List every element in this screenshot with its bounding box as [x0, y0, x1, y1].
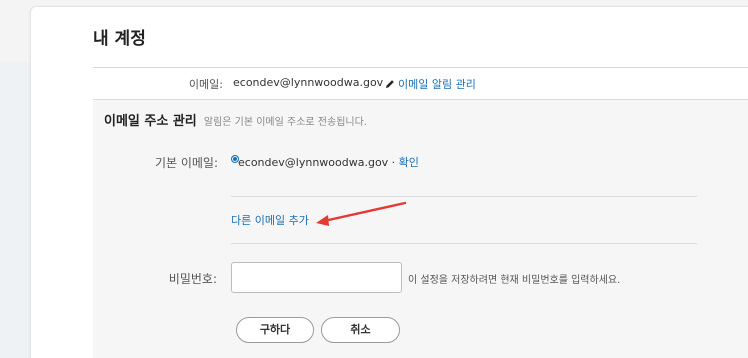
- section-title: 이메일 주소 관리 알림은 기본 이메일 주소로 전송됩니다.: [104, 110, 367, 129]
- red-arrow-annotation: [316, 201, 407, 226]
- divider: [231, 243, 697, 244]
- primary-email-row: 기본 이메일: econdev@lynnwoodwa.gov · 확인: [93, 152, 748, 170]
- section-subtitle: 알림은 기본 이메일 주소로 전송됩니다.: [203, 117, 367, 128]
- add-email-link[interactable]: 다른 이메일 추가: [231, 212, 309, 228]
- primary-email-value: econdev@lynnwoodwa.gov · 확인: [238, 154, 419, 170]
- cancel-button[interactable]: 취소: [321, 317, 400, 343]
- email-label: 이메일:: [188, 78, 223, 91]
- password-label: 비밀번호:: [168, 272, 217, 286]
- password-hint: 이 설정을 저장하려면 현재 비밀번호를 입력하세요.: [408, 275, 621, 286]
- divider: [231, 196, 697, 197]
- submit-button[interactable]: 구하다: [236, 317, 314, 343]
- email-value: econdev@lynnwoodwa.gov: [233, 76, 384, 89]
- password-input[interactable]: [231, 262, 402, 293]
- primary-email-label: 기본 이메일:: [154, 156, 218, 170]
- email-alert-settings-link[interactable]: 이메일 알림 관리: [385, 76, 476, 92]
- primary-email-text: econdev@lynnwoodwa.gov ·: [238, 156, 399, 169]
- password-row: 비밀번호: 이 설정을 저장하려면 현재 비밀번호를 입력하세요.: [93, 262, 748, 293]
- divider: [93, 67, 748, 68]
- alert-link-label: 이메일 알림 관리: [398, 78, 476, 91]
- email-row: 이메일: econdev@lynnwoodwa.gov 이메일 알림 관리: [93, 76, 748, 92]
- page-title: 내 계정: [93, 29, 146, 49]
- confirm-link[interactable]: 확인: [399, 156, 419, 169]
- pencil-icon: [386, 80, 394, 88]
- email-management-section: 이메일 주소 관리 알림은 기본 이메일 주소로 전송됩니다. 기본 이메일: …: [93, 99, 748, 358]
- section-heading: 이메일 주소 관리: [104, 114, 197, 129]
